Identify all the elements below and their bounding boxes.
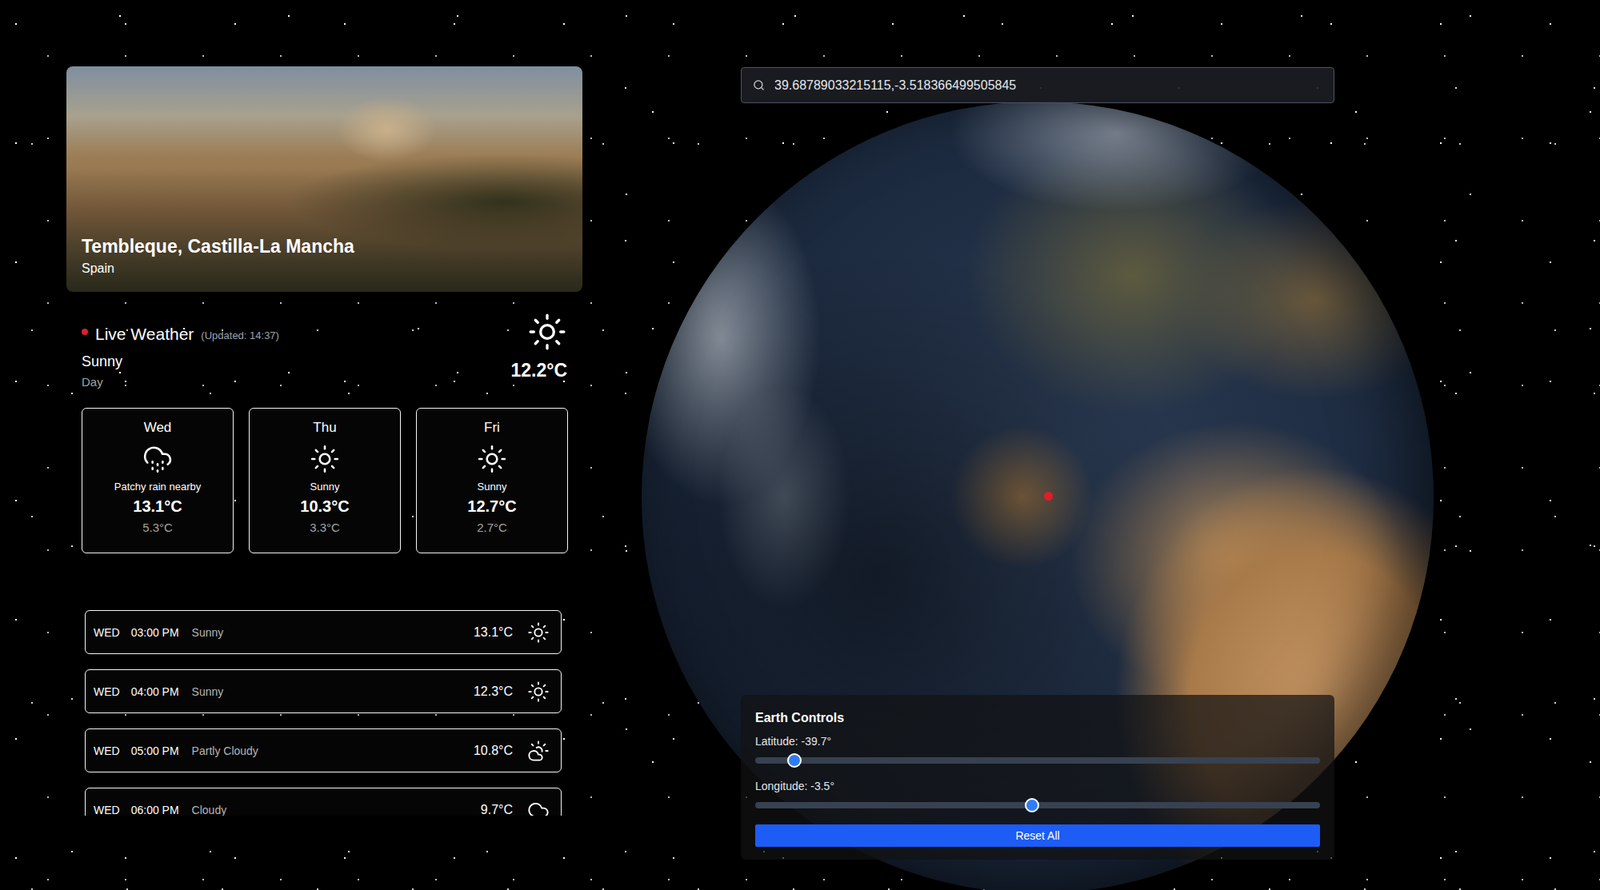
forecast-day: Thu xyxy=(312,420,336,436)
slider-track[interactable] xyxy=(755,802,1320,809)
hourly-temperature: 10.8°C xyxy=(473,744,513,759)
weather-dashboard: Tembleque, Castilla-La Mancha Spain Live W… xyxy=(0,0,1600,890)
forecast-icon-wrap xyxy=(309,444,340,475)
hourly-time: 06:00 PM xyxy=(131,804,180,817)
forecast-low: 5.3°C xyxy=(142,520,173,535)
live-period: Day xyxy=(81,375,280,389)
forecast-icon-wrap xyxy=(476,444,508,475)
forecast-condition: Sunny xyxy=(310,480,340,493)
sun-icon xyxy=(527,621,550,644)
location-pin xyxy=(1044,492,1053,501)
forecast-high: 10.3°C xyxy=(300,497,349,516)
forecast-icon-wrap xyxy=(142,444,173,475)
forecast-low: 3.3°C xyxy=(309,520,340,535)
forecast-condition: Sunny xyxy=(477,480,508,493)
forecast-row: Wed Patchy rain nearby 13.1°C 5.3°C Thu Sunny… xyxy=(66,408,583,554)
live-dot xyxy=(81,328,88,336)
hourly-day: WED xyxy=(93,804,120,817)
hourly-list: WED 03:00 PM Sunny 13.1°C WED 04:00 PM Sunny 12… xyxy=(84,610,562,816)
location-country: Spain xyxy=(81,261,568,276)
slider-thumb[interactable] xyxy=(1024,798,1040,813)
live-title-row: Live Weather (Updated: 14:37) xyxy=(81,324,280,344)
hourly-condition: Sunny xyxy=(192,626,463,640)
slider-track[interactable] xyxy=(755,757,1320,764)
reset-button[interactable]: Reset All xyxy=(755,824,1320,848)
live-temperature: 12.2°C xyxy=(510,360,568,382)
search-field[interactable]: 39.68789033215115,-3.518366499505845 xyxy=(740,67,1335,104)
slider-label: Longitude: -3.5° xyxy=(755,780,1320,793)
live-label: Live Weather xyxy=(95,324,194,344)
forecast-day: Fri xyxy=(484,420,500,436)
forecast-day: Wed xyxy=(144,420,172,436)
forecast-condition: Patchy rain nearby xyxy=(114,480,201,493)
hourly-time: 04:00 PM xyxy=(131,685,180,699)
slider-row: Latitude: -39.7° xyxy=(755,735,1320,764)
slider-thumb[interactable] xyxy=(787,753,802,768)
hourly-condition: Sunny xyxy=(192,685,463,699)
hourly-temperature: 13.1°C xyxy=(473,625,513,640)
forecast-low: 2.7°C xyxy=(476,520,508,535)
hourly-row[interactable]: WED 03:00 PM Sunny 13.1°C xyxy=(84,610,562,655)
hourly-time: 05:00 PM xyxy=(131,744,180,758)
controls-title: Earth Controls xyxy=(755,711,1320,726)
updated-time: (Updated: 14:37) xyxy=(200,329,280,342)
hourly-row[interactable]: WED 05:00 PM Partly Cloudy 10.8°C xyxy=(84,728,562,773)
forecast-card[interactable]: Wed Patchy rain nearby 13.1°C 5.3°C xyxy=(81,408,234,554)
hourly-temperature: 12.3°C xyxy=(473,684,513,700)
sun-icon xyxy=(476,444,508,475)
slider-label: Latitude: -39.7° xyxy=(755,735,1320,748)
hourly-row[interactable]: WED 04:00 PM Sunny 12.3°C xyxy=(84,669,562,714)
hourly-condition: Cloudy xyxy=(192,804,470,817)
location-title: Tembleque, Castilla-La Mancha xyxy=(81,235,568,259)
hourly-row[interactable]: WED 06:00 PM Cloudy 9.7°C xyxy=(84,788,562,816)
cloud-icon xyxy=(527,799,550,817)
earth-controls: Earth Controls Latitude: -39.7° Longitude:… xyxy=(740,695,1335,860)
live-weather: Live Weather (Updated: 14:37) Sunny Day 12.2… xyxy=(66,312,583,399)
rain-icon xyxy=(142,444,173,475)
live-info: Live Weather (Updated: 14:37) Sunny Day xyxy=(81,312,280,389)
hourly-day: WED xyxy=(93,685,120,699)
partly-icon xyxy=(527,740,550,763)
hourly-temperature: 9.7°C xyxy=(480,803,513,817)
location-card: Tembleque, Castilla-La Mancha Spain xyxy=(66,66,583,292)
sun-icon xyxy=(309,444,340,475)
sun-icon xyxy=(527,680,550,704)
slider-row: Longitude: -3.5° xyxy=(755,780,1320,809)
search-icon xyxy=(752,79,765,92)
hourly-condition: Partly Cloudy xyxy=(192,744,463,758)
live-condition: Sunny xyxy=(81,353,280,371)
hourly-time: 03:00 PM xyxy=(131,626,180,640)
hourly-day: WED xyxy=(93,744,120,758)
sun-icon xyxy=(527,312,568,352)
forecast-card[interactable]: Fri Sunny 12.7°C 2.7°C xyxy=(416,408,568,554)
search-value: 39.68789033215115,-3.518366499505845 xyxy=(774,78,1016,93)
forecast-high: 12.7°C xyxy=(467,497,516,516)
live-temperature-block: 12.2°C xyxy=(510,312,568,382)
forecast-high: 13.1°C xyxy=(132,497,182,516)
hourly-day: WED xyxy=(93,626,120,640)
globe-area: 39.68789033215115,-3.518366499505845 Eart… xyxy=(740,0,1335,890)
weather-panel: Tembleque, Castilla-La Mancha Spain Live W… xyxy=(66,0,583,816)
forecast-card[interactable]: Thu Sunny 10.3°C 3.3°C xyxy=(248,408,401,554)
